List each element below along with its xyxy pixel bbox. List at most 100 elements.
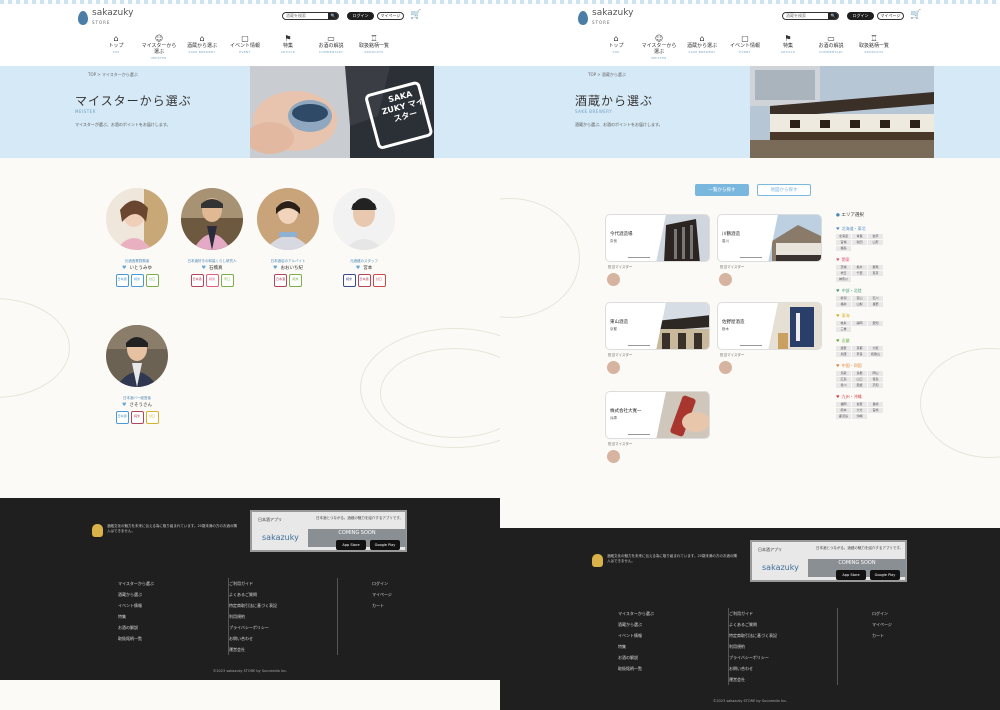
footer-link[interactable]: イベント情報 (118, 600, 228, 611)
prefecture-button[interactable]: 福岡 (836, 402, 851, 407)
breadcrumb-home[interactable]: TOP (88, 72, 96, 77)
footer-link[interactable]: よくあるご質問 (229, 589, 337, 600)
prefecture-button[interactable]: 宮城 (836, 240, 851, 245)
footer-link[interactable]: 取扱銘柄一覧 (118, 633, 228, 644)
prefecture-button[interactable]: 千葉 (852, 271, 867, 276)
prefecture-button[interactable]: 山梨 (852, 302, 867, 307)
footer-link[interactable]: 利用規約 (229, 611, 337, 622)
footer-link[interactable]: カート (372, 600, 448, 611)
prefecture-button[interactable]: 島根 (852, 371, 867, 376)
nav-meister[interactable]: ☺ マイスターから選ぶ MEISTER (141, 34, 177, 61)
google-play-button[interactable]: Google Play (370, 540, 400, 550)
search-input[interactable]: 酒蔵を検索 🔍 (282, 12, 339, 20)
prefecture-button[interactable]: 三重 (836, 327, 851, 332)
meister-card[interactable]: 日本酒好きの和装くらし研究人 ♥ 石橋真 日本酒 純米 辛口 (181, 188, 243, 287)
prefecture-button[interactable]: 鳥取 (836, 371, 851, 376)
prefecture-button[interactable]: 長崎 (868, 402, 883, 407)
footer-link[interactable]: プライバシーポリシー (229, 622, 337, 633)
brewery-card[interactable]: 今代酒造場 奈良 担当マイスター (605, 214, 710, 286)
prefecture-button[interactable]: 奈良 (852, 352, 867, 357)
prefecture-button[interactable]: 福井 (836, 302, 851, 307)
prefecture-button[interactable]: 愛媛 (852, 383, 867, 388)
logo[interactable]: sakazuky STORE (578, 9, 633, 27)
prefecture-button[interactable]: 佐賀 (852, 402, 867, 407)
tab-map[interactable]: 地図から探す (757, 184, 811, 196)
nav-meister[interactable]: ☺ マイスターから選ぶ MEISTER (641, 34, 677, 61)
nav-products[interactable]: ♖ 取扱銘柄一覧 PRODUCTS (356, 34, 392, 61)
login-button[interactable]: ログイン (847, 12, 874, 20)
prefecture-button[interactable]: 兵庫 (836, 352, 851, 357)
footer-link[interactable]: お問い合わせ (229, 633, 337, 644)
prefecture-button[interactable]: 鹿児島 (836, 414, 851, 419)
nav-article[interactable]: ⚑ 特集 ARTICLE (770, 34, 806, 61)
footer-link[interactable]: よくあるご質問 (729, 619, 837, 630)
footer-link[interactable]: マイスターから選ぶ (618, 608, 728, 619)
footer-link[interactable]: 利用規約 (729, 641, 837, 652)
footer-link[interactable]: ログイン (372, 578, 448, 589)
app-store-button[interactable]: App Store (836, 570, 866, 580)
prefecture-button[interactable]: 新潟 (836, 296, 851, 301)
prefecture-button[interactable]: 和歌山 (868, 352, 883, 357)
nav-commentary[interactable]: ▭ お酒の解説 COMMENTARY (313, 34, 349, 61)
prefecture-button[interactable]: 石川 (868, 296, 883, 301)
prefecture-button[interactable]: 広島 (836, 377, 851, 382)
prefecture-button[interactable]: 熊本 (836, 408, 851, 413)
footer-link[interactable]: 酒蔵から選ぶ (118, 589, 228, 600)
footer-link[interactable]: マイページ (872, 619, 948, 630)
footer-link[interactable]: お酒の解説 (618, 652, 728, 663)
cart-icon[interactable]: 🛒 (910, 11, 921, 20)
footer-link[interactable]: 取扱銘柄一覧 (618, 663, 728, 674)
footer-link[interactable]: 特集 (618, 641, 728, 652)
tab-list[interactable]: 一覧から探す (695, 184, 749, 196)
prefecture-button[interactable]: 静岡 (852, 321, 867, 326)
footer-link[interactable]: イベント情報 (618, 630, 728, 641)
prefecture-button[interactable]: 茨城 (836, 265, 851, 270)
footer-link[interactable]: マイスターから選ぶ (118, 578, 228, 589)
brewery-card[interactable]: 佐野屋酒造 栃木 担当マイスター (717, 302, 822, 374)
footer-link[interactable]: カート (872, 630, 948, 641)
footer-link[interactable]: ログイン (872, 608, 948, 619)
prefecture-button[interactable]: 青森 (852, 234, 867, 239)
footer-link[interactable]: マイページ (372, 589, 448, 600)
app-store-button[interactable]: App Store (336, 540, 366, 550)
prefecture-button[interactable]: 香川 (836, 383, 851, 388)
prefecture-button[interactable]: 大阪 (868, 346, 883, 351)
nav-event[interactable]: ▢ イベント情報 EVENT (227, 34, 263, 61)
prefecture-button[interactable]: 山口 (852, 377, 867, 382)
breadcrumb-home[interactable]: TOP (588, 72, 596, 77)
prefecture-button[interactable]: 高知 (868, 383, 883, 388)
prefecture-button[interactable]: 栃木 (852, 265, 867, 270)
prefecture-button[interactable]: 京都 (852, 346, 867, 351)
prefecture-button[interactable]: 岩手 (868, 234, 883, 239)
prefecture-button[interactable]: 長野 (868, 302, 883, 307)
prefecture-button[interactable]: 北海道 (836, 234, 851, 239)
footer-link[interactable]: プライバシーポリシー (729, 652, 837, 663)
prefecture-button[interactable]: 愛知 (868, 321, 883, 326)
prefecture-button[interactable]: 大分 (852, 408, 867, 413)
google-play-button[interactable]: Google Play (870, 570, 900, 580)
footer-link[interactable]: 特定商取引法に基づく表記 (229, 600, 337, 611)
brewery-card[interactable]: 東山酒造 京都 担当マイスター (605, 302, 710, 374)
footer-link[interactable]: 運営会社 (229, 644, 337, 655)
nav-top[interactable]: ⌂ トップ TOP (598, 34, 634, 61)
footer-link[interactable]: 特定商取引法に基づく表記 (729, 630, 837, 641)
prefecture-button[interactable]: 東京 (868, 271, 883, 276)
footer-link[interactable]: 運営会社 (729, 674, 837, 685)
footer-link[interactable]: 特集 (118, 611, 228, 622)
meister-card[interactable]: 日本酒店のアルバイト ♥ おおいち紀 日本酒 純米 (257, 188, 319, 287)
meister-card[interactable]: 元酒造業勤務者 ♥ いとうみゆ 日本酒 純米 甘口 (106, 188, 168, 287)
nav-commentary[interactable]: ▭ お酒の解説 COMMENTARY (813, 34, 849, 61)
prefecture-button[interactable]: 岐阜 (836, 321, 851, 326)
mypage-button[interactable]: マイページ (377, 12, 404, 20)
prefecture-button[interactable]: 群馬 (868, 265, 883, 270)
mypage-button[interactable]: マイページ (877, 12, 904, 20)
meister-card[interactable]: 日本酒バー経営者 ♥ さそうさん 日本酒 純米 甘口 (106, 325, 168, 424)
nav-products[interactable]: ♖ 取扱銘柄一覧 PRODUCTS (856, 34, 892, 61)
login-button[interactable]: ログイン (347, 12, 374, 20)
footer-link[interactable]: お酒の解説 (118, 622, 228, 633)
nav-article[interactable]: ⚑ 特集 ARTICLE (270, 34, 306, 61)
prefecture-button[interactable]: 秋田 (852, 240, 867, 245)
prefecture-button[interactable]: 山形 (868, 240, 883, 245)
nav-event[interactable]: ▢ イベント情報 EVENT (727, 34, 763, 61)
prefecture-button[interactable]: 福島 (836, 246, 851, 251)
